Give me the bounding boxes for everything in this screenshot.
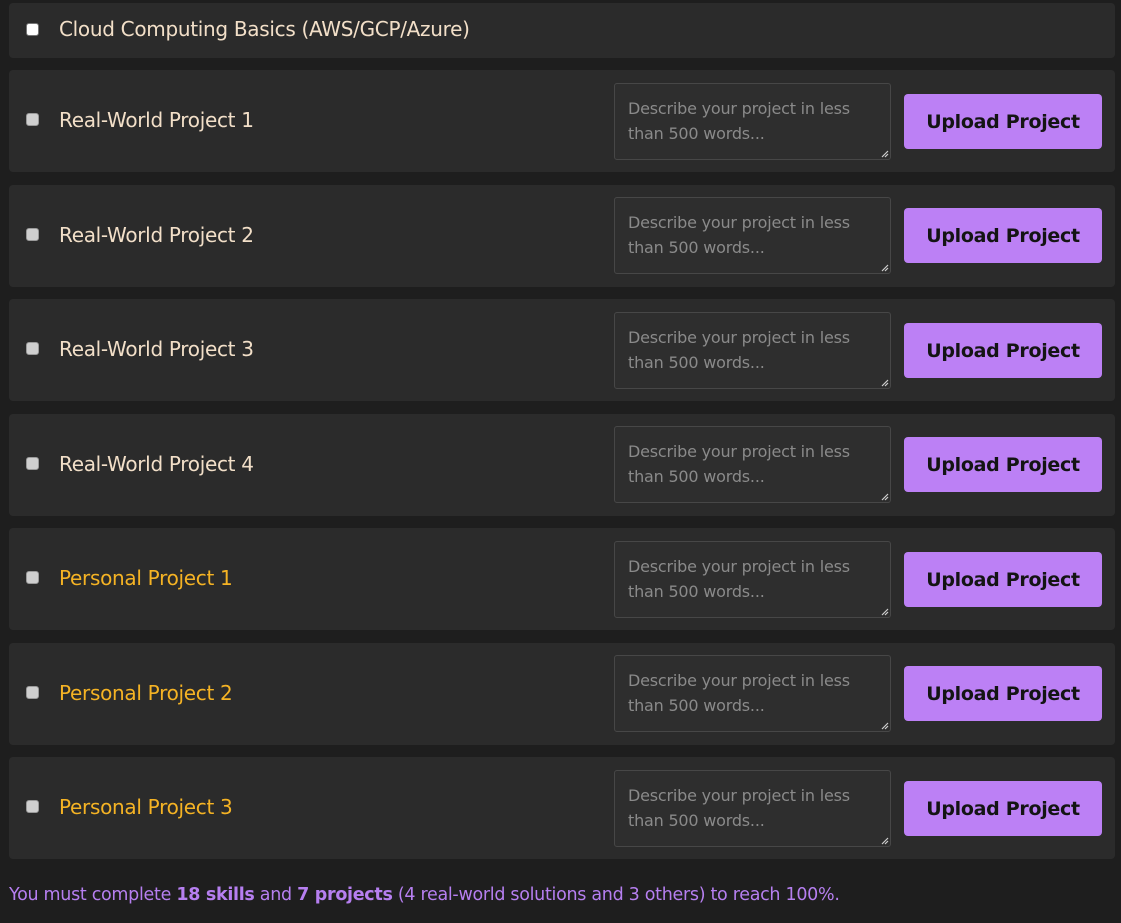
project-label: Real-World Project 1 [59,108,254,132]
project-checkbox[interactable] [26,686,39,699]
resize-grip-icon[interactable] [881,837,889,845]
project-checkbox[interactable] [26,113,39,126]
footer-prefix: You must complete [9,885,177,905]
skill-checkbox[interactable] [26,23,39,36]
project-row: Personal Project 1 Upload Project [9,528,1115,630]
project-description-input[interactable] [614,197,891,274]
project-label: Personal Project 2 [59,681,233,705]
project-row: Real-World Project 1 Upload Project [9,70,1115,172]
project-checkbox[interactable] [26,228,39,241]
project-description-input[interactable] [614,655,891,732]
upload-project-button[interactable]: Upload Project [904,781,1102,836]
project-checkbox[interactable] [26,342,39,355]
footer-skills-count: 18 skills [176,885,255,905]
skill-label: Cloud Computing Basics (AWS/GCP/Azure) [59,17,470,41]
project-checkbox[interactable] [26,800,39,813]
upload-project-button[interactable]: Upload Project [904,94,1102,149]
project-description-input[interactable] [614,541,891,618]
footer-middle: and [254,885,298,905]
project-row: Real-World Project 3 Upload Project [9,299,1115,401]
resize-grip-icon[interactable] [881,264,889,272]
resize-grip-icon[interactable] [881,150,889,158]
resize-grip-icon[interactable] [881,722,889,730]
project-label: Real-World Project 2 [59,223,254,247]
resize-grip-icon[interactable] [881,379,889,387]
upload-project-button[interactable]: Upload Project [904,552,1102,607]
completion-requirement-text: You must complete 18 skills and 7 projec… [9,885,840,905]
project-row: Real-World Project 2 Upload Project [9,185,1115,287]
project-row: Real-World Project 4 Upload Project [9,414,1115,516]
upload-project-button[interactable]: Upload Project [904,437,1102,492]
upload-project-button[interactable]: Upload Project [904,323,1102,378]
project-label: Personal Project 3 [59,795,233,819]
project-row: Personal Project 3 Upload Project [9,757,1115,859]
project-label: Real-World Project 3 [59,337,254,361]
project-description-input[interactable] [614,770,891,847]
footer-suffix: (4 real-world solutions and 3 others) to… [392,885,840,905]
project-checkbox[interactable] [26,571,39,584]
skill-row: Cloud Computing Basics (AWS/GCP/Azure) [9,3,1115,58]
footer-projects-count: 7 projects [297,885,393,905]
project-label: Personal Project 1 [59,566,233,590]
project-description-input[interactable] [614,83,891,160]
resize-grip-icon[interactable] [881,608,889,616]
project-description-input[interactable] [614,312,891,389]
project-description-input[interactable] [614,426,891,503]
skills-projects-panel: Cloud Computing Basics (AWS/GCP/Azure) R… [0,0,1121,923]
project-label: Real-World Project 4 [59,452,254,476]
upload-project-button[interactable]: Upload Project [904,208,1102,263]
project-checkbox[interactable] [26,457,39,470]
upload-project-button[interactable]: Upload Project [904,666,1102,721]
resize-grip-icon[interactable] [881,493,889,501]
project-row: Personal Project 2 Upload Project [9,643,1115,745]
